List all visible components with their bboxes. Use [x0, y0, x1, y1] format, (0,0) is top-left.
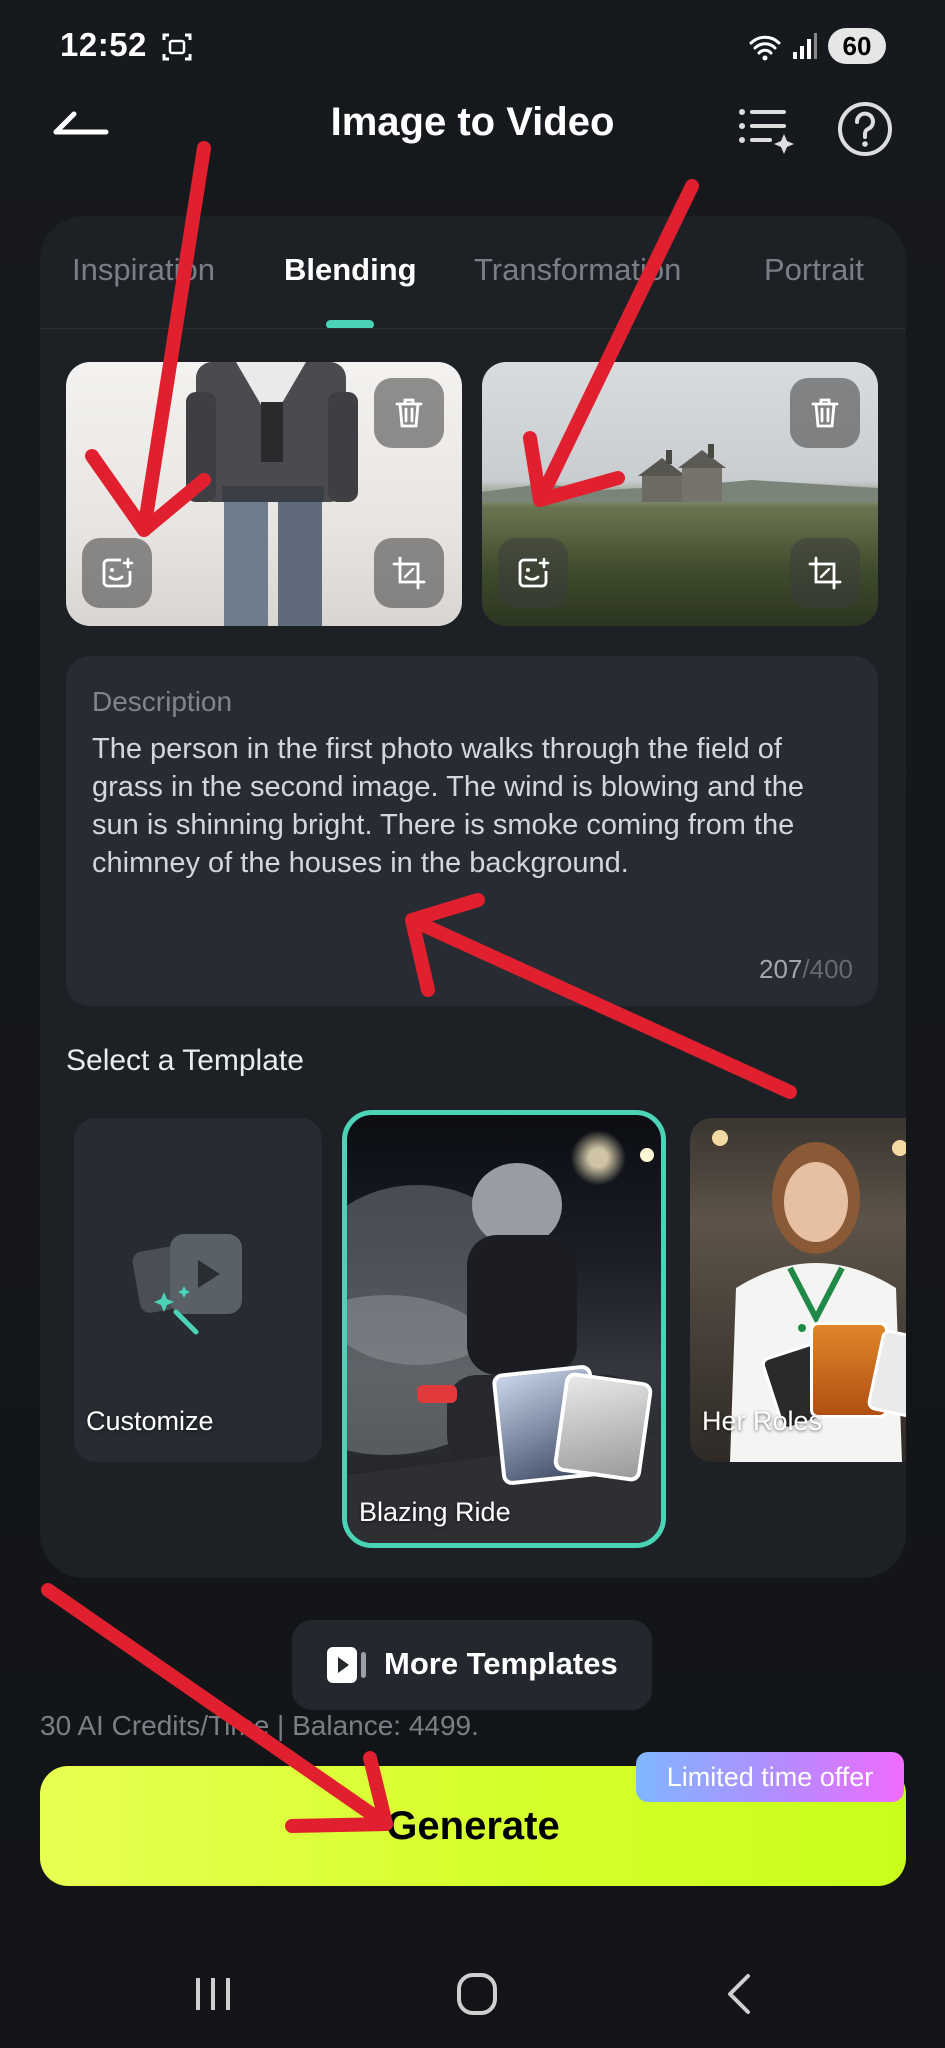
- generate-label: Generate: [386, 1804, 560, 1848]
- signal-icon: [792, 32, 818, 60]
- template-customize[interactable]: Customize: [74, 1118, 322, 1462]
- history-icon: [739, 109, 794, 154]
- character-limit: /400: [802, 954, 853, 984]
- customize-icon: [132, 1234, 242, 1335]
- battery-indicator: 60: [828, 28, 886, 64]
- template-blazing-ride-label: Blazing Ride: [359, 1497, 511, 1527]
- tab-bar: Inspiration Blending Transformation Port…: [40, 252, 906, 322]
- page-title: Image to Video: [330, 100, 615, 144]
- help-button[interactable]: [836, 100, 894, 158]
- edit-photo-1-button[interactable]: [82, 538, 152, 608]
- screenshot-icon: [160, 30, 194, 64]
- character-counter: 207/400: [759, 954, 853, 985]
- wifi-icon: [748, 30, 782, 64]
- photo-slot-2[interactable]: [482, 362, 878, 626]
- template-her-roles[interactable]: Her Roles: [690, 1118, 906, 1462]
- template-customize-label: Customize: [86, 1406, 214, 1436]
- template-carousel[interactable]: Customize Blazing Ride Her Roles: [40, 1110, 906, 1560]
- status-time: 12:52: [60, 26, 147, 63]
- tab-blending[interactable]: Blending: [284, 252, 417, 288]
- photo-slot-1[interactable]: [66, 362, 462, 626]
- her-roles-collage: [759, 1318, 906, 1432]
- crop-photo-2-button[interactable]: [790, 538, 860, 608]
- template-blazing-ride[interactable]: Blazing Ride: [342, 1110, 666, 1548]
- edit-image-icon: [518, 557, 550, 588]
- select-template-heading: Select a Template: [66, 1044, 304, 1077]
- edit-image-icon: [102, 557, 134, 588]
- credits-balance-text: 30 AI Credits/Time | Balance: 4499.: [40, 1710, 479, 1741]
- limited-offer-badge: Limited time offer: [636, 1752, 904, 1802]
- recents-icon: [196, 1978, 230, 2010]
- template-her-roles-label: Her Roles: [702, 1406, 823, 1436]
- crop-icon: [392, 556, 426, 590]
- home-icon: [457, 1973, 497, 2015]
- delete-photo-1-button[interactable]: [374, 378, 444, 448]
- more-templates-label: More Templates: [384, 1646, 618, 1681]
- more-templates-button[interactable]: More Templates: [292, 1620, 652, 1710]
- crop-icon: [808, 556, 842, 590]
- tab-transformation[interactable]: Transformation: [474, 252, 681, 288]
- system-back-button[interactable]: [706, 1966, 776, 2022]
- delete-photo-2-button[interactable]: [790, 378, 860, 448]
- recents-button[interactable]: [178, 1966, 248, 2022]
- tab-divider: [40, 328, 906, 329]
- tab-portrait[interactable]: Portrait: [764, 252, 864, 288]
- delete-icon: [811, 398, 839, 428]
- tab-inspiration[interactable]: Inspiration: [72, 252, 215, 288]
- delete-icon: [395, 398, 423, 428]
- templates-icon: [327, 1647, 366, 1683]
- edit-photo-2-button[interactable]: [498, 538, 568, 608]
- blazing-ride-collage: [491, 1364, 654, 1486]
- description-text[interactable]: The person in the first photo walks thro…: [92, 730, 852, 882]
- back-nav-icon: [728, 1974, 750, 2014]
- history-button[interactable]: [736, 100, 796, 156]
- home-button[interactable]: [442, 1966, 512, 2022]
- crop-photo-1-button[interactable]: [374, 538, 444, 608]
- character-count: 207: [759, 954, 803, 984]
- help-icon: [838, 102, 892, 156]
- description-label: Description: [92, 686, 233, 717]
